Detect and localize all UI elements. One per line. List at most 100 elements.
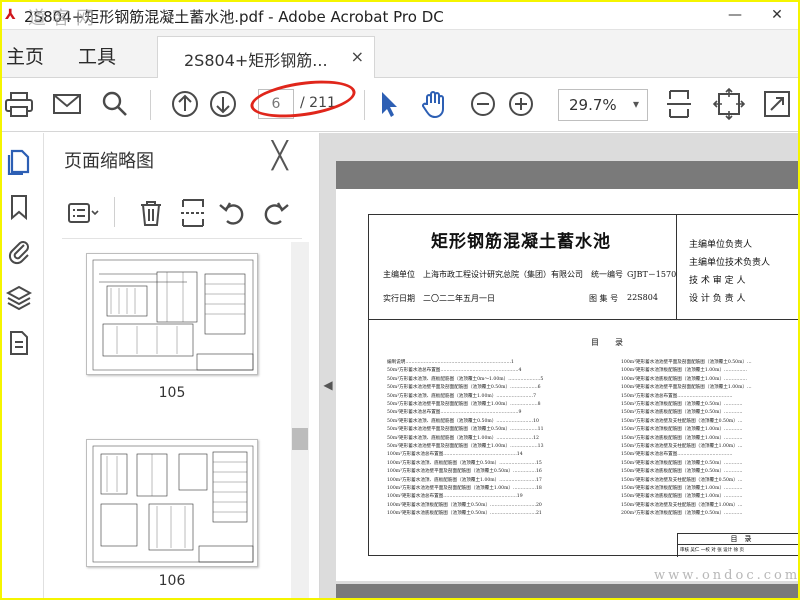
toc-entry: 100m³矩形蓄水池总布置图…………………………………………19 [387, 494, 523, 500]
toolbar-separator [364, 90, 365, 120]
select-cursor-icon[interactable] [372, 87, 406, 121]
close-window-button[interactable]: ✕ [760, 4, 794, 26]
thumbnail-scrollbar[interactable] [291, 242, 309, 598]
toc-entry: 100m³矩形蓄水池池壁平面及剖面配筋图（池顶覆土1.00m）… [621, 385, 752, 391]
fit-page-icon[interactable] [712, 87, 746, 121]
toc-entry: 50m³方形蓄水池顶、底板配筋图（池顶覆土0m～1.00m）…………………5 [387, 376, 544, 382]
toc-entry: 100m³矩形蓄水池底板配筋图（池顶覆土0.50m）…………………………21 [387, 511, 542, 517]
print-icon[interactable] [2, 87, 36, 121]
page-thumbnails-icon[interactable] [6, 147, 32, 176]
toc-entry: 100m³矩形蓄水池底板配筋图（池顶覆土1.00m）…………… [621, 376, 748, 382]
email-icon[interactable] [50, 87, 84, 121]
document-tab[interactable]: 2S804+矩形钢筋... × [157, 36, 375, 78]
toc-entry: 100m³方形蓄水池总布置图…………………………………………14 [387, 452, 523, 458]
thumbnail-page-105[interactable] [86, 253, 258, 375]
document-title: 矩形钢筋混凝土蓄水池 [431, 232, 611, 252]
editor-label: 主编单位 [383, 270, 415, 279]
responsibility-line: 技 术 审 定 人 [689, 276, 746, 286]
sheet-footer: 目 录 审核 吴仁 一校 对 张 设计 徐 页 [677, 533, 798, 557]
rotate-left-icon[interactable] [216, 197, 250, 229]
rotate-right-icon[interactable] [258, 197, 292, 229]
bookmark-icon[interactable] [6, 193, 32, 221]
collapse-pane-icon[interactable]: ◀ [321, 374, 335, 396]
toc-entry: 100m³矩形蓄水池池壁平面及剖面配筋图（池顶覆土0.50m）… [621, 360, 752, 365]
responsibility-line: 设 计 负 责 人 [689, 294, 746, 304]
sheet-divider [676, 215, 677, 319]
delete-page-icon[interactable] [134, 197, 168, 229]
toc-heading: 目 录 [591, 338, 623, 347]
sheet-divider [369, 319, 798, 320]
thumbnail-label: 105 [158, 385, 186, 401]
home-menu[interactable]: 主页 [6, 42, 44, 69]
toolbar-separator [150, 90, 151, 120]
toc-entry: 200m³方形蓄水池顶板配筋图（池顶覆土0.50m）………… [621, 511, 743, 517]
toc-entry: 150m³矩形蓄水池顶板配筋图（池顶覆土1.00m）………… [621, 486, 743, 491]
layers-icon[interactable] [5, 283, 33, 311]
toc-entry: 150m³矩形蓄水池底板配筋图（池顶覆土0.50m）………… [621, 469, 743, 475]
thumbnail-options-icon[interactable] [66, 197, 100, 229]
toc-entry: 150m³矩形蓄水池顶板配筋图（池顶覆土0.50m）………… [621, 460, 743, 466]
full-screen-icon[interactable] [760, 87, 794, 121]
toc-entry: 150m³矩形蓄水池池壁及支柱配筋图（池顶覆土1.00m）… [621, 502, 743, 508]
next-page-edge [336, 584, 798, 598]
chevron-down-icon: ▾ [632, 97, 639, 111]
editor-value: 上海市政工程设计研究总院（集团）有限公司 [423, 270, 583, 279]
toc-entry: 100m³方形蓄水池顶、底板配筋图（池顶覆土1.00m）……………………17 [387, 477, 542, 483]
zoom-level-value: 29.7% [569, 96, 617, 114]
thumbnail-list: 105 106 [62, 241, 302, 598]
toc-entry: 50m³方形蓄水池顶、底板配筋图（池顶覆土1.00m）……………………7 [387, 393, 536, 399]
search-icon[interactable] [98, 87, 132, 121]
date-value: 二〇二二年五月一日 [423, 294, 495, 303]
minimize-button[interactable]: — [718, 4, 752, 26]
watermark-bottom: www.ondoc.com [654, 568, 798, 583]
toc-entry: 100m³方形蓄水池池壁平面及剖面配筋图（池顶覆土0.50m）……………16 [387, 469, 542, 475]
footer-row: 审核 吴仁 一校 对 张 设计 徐 页 [680, 548, 745, 553]
serial-value: GJBT－1570 [627, 270, 677, 279]
tools-menu[interactable]: 工具 [78, 42, 116, 69]
toolbar: 6 / 211 29.7% ▾ [2, 74, 798, 132]
zoom-level-select[interactable]: 29.7% ▾ [558, 89, 648, 121]
toc-entry: 150m³矩形蓄水池总布置图……………………………… [621, 452, 733, 458]
thumbnail-toolbar [62, 189, 302, 239]
hand-tool-icon[interactable] [418, 87, 452, 121]
fit-width-icon[interactable] [662, 87, 696, 121]
thumbnail-page-106[interactable] [86, 439, 258, 567]
toc-entry: 150m³方形蓄水池池壁及支柱配筋图（池顶覆土0.50m）… [621, 418, 743, 424]
toc-entry: 编制说明……………………………………………………………1 [387, 360, 514, 365]
close-tab-icon[interactable]: × [351, 47, 364, 66]
zoom-out-icon[interactable] [466, 87, 500, 121]
toc-entry: 150m³方形蓄水池顶板配筋图（池顶覆土0.50m）………… [621, 402, 743, 407]
drawing-sheet: 矩形钢筋混凝土蓄水池 主编单位 上海市政工程设计研究总院（集团）有限公司 统一编… [368, 214, 798, 557]
next-page-icon[interactable] [206, 87, 240, 121]
pane-separator [114, 197, 115, 227]
previous-page-edge [336, 161, 798, 189]
content-icon[interactable] [6, 329, 32, 357]
watermark-top: 道客网 [28, 8, 100, 29]
responsibility-line: 主编单位技术负责人 [689, 258, 771, 268]
toc-entry: 150m³矩形蓄水池池壁及支柱配筋图（池顶覆土0.50m）… [621, 477, 743, 483]
toc-entry: 50m³方形蓄水池池壁平面及剖面配筋图（池顶覆土1.00m）………………8 [387, 402, 541, 407]
serial-label: 统一编号 [591, 270, 623, 279]
title-bar: ⅄ 2S804+矩形钢筋混凝土蓄水池.pdf - Adobe Acrobat P… [2, 2, 798, 30]
thumbnail-scrollbar-thumb[interactable] [292, 428, 308, 450]
toc-entry: 50m³方形蓄水池池壁平面及剖面配筋图（池顶覆土0.50m）………………6 [387, 385, 541, 391]
extract-page-icon[interactable] [176, 197, 210, 229]
toc-entry: 50m³矩形蓄水池总布置图……………………………………………9 [387, 410, 522, 416]
atlas-label: 图 集 号 [589, 294, 619, 303]
thumbnail-label: 106 [158, 573, 186, 589]
toc-entry: 50m³方形蓄水池总布置图……………………………………………4 [387, 368, 522, 374]
attachment-icon[interactable] [6, 237, 32, 265]
toc-entry: 50m³矩形蓄水池池壁平面及剖面配筋图（池顶覆土0.50m）………………11 [387, 427, 544, 433]
close-pane-icon[interactable]: ╳ [272, 143, 288, 169]
toc-entry: 150m³方形蓄水池总布置图……………………………… [621, 393, 733, 399]
toc-entry: 50m³矩形蓄水池池壁平面及剖面配筋图（池顶覆土1.00m）………………13 [387, 444, 544, 449]
date-label: 实行日期 [383, 294, 415, 303]
toc-entry: 100m³方形蓄水池顶、底板配筋图（池顶覆土0.50m）……………………15 [387, 460, 542, 466]
toc-entry: 50m³矩形蓄水池顶、底板配筋图（池顶覆土1.00m）……………………12 [387, 435, 539, 441]
zoom-in-icon[interactable] [504, 87, 538, 121]
atlas-value: 22S804 [627, 293, 658, 302]
previous-page-icon[interactable] [168, 87, 202, 121]
toc-entry: 150m³矩形蓄水池底板配筋图（池顶覆土1.00m）………… [621, 494, 743, 500]
toc-entry: 50m³矩形蓄水池顶、底板配筋图（池顶覆土0.50m）……………………10 [387, 418, 539, 424]
toc-entry: 100m³矩形蓄水池顶板配筋图（池顶覆土0.50m）…………………………20 [387, 502, 542, 508]
